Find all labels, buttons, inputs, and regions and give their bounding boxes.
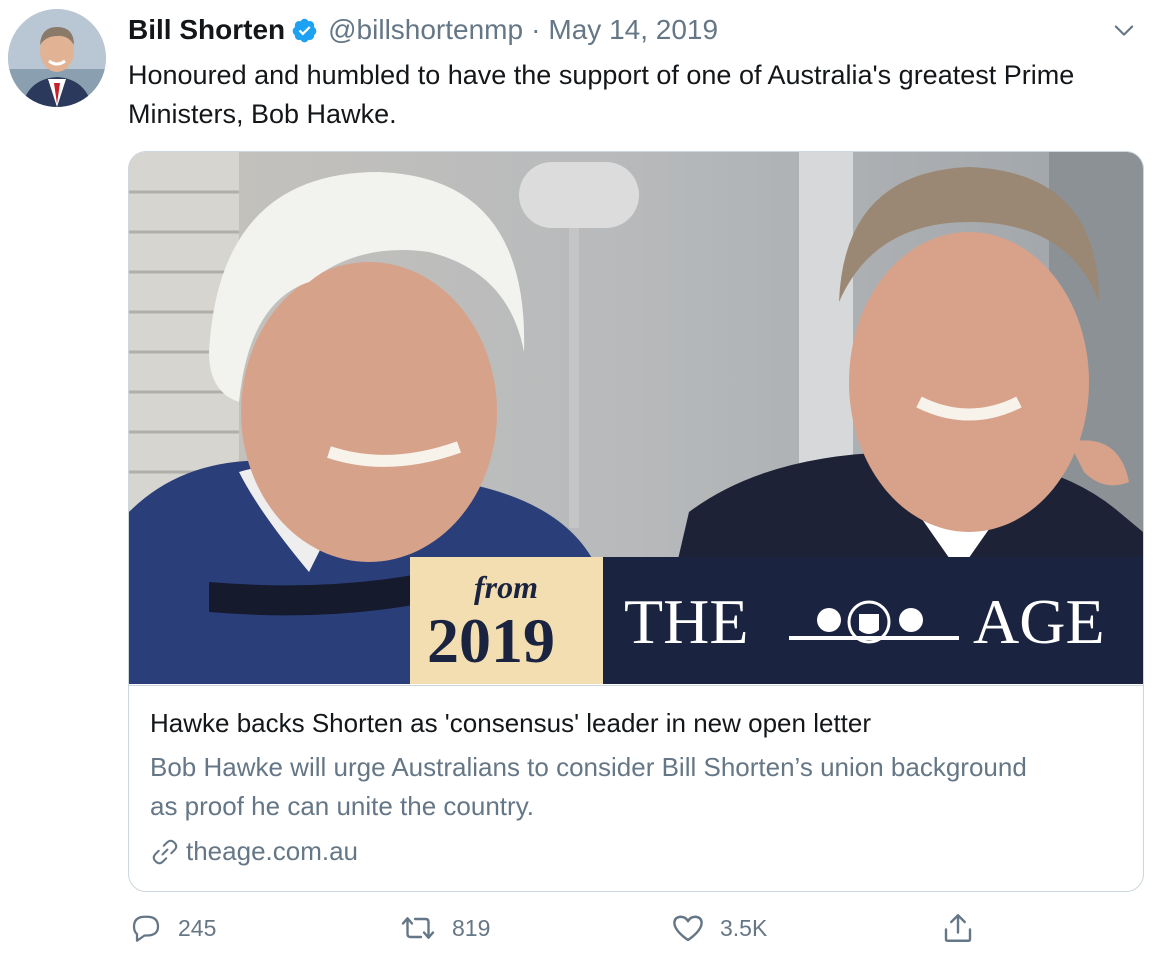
card-title: Hawke backs Shorten as 'consensus' leade… xyxy=(150,708,872,738)
retweet-button[interactable]: 819 xyxy=(398,910,490,946)
card-body: Hawke backs Shorten as 'consensus' leade… xyxy=(129,685,1143,891)
retweet-count: 819 xyxy=(452,914,491,941)
badge-year: 2019 xyxy=(427,605,555,676)
tweet-text: Honoured and humbled to have the support… xyxy=(128,60,1075,129)
like-button[interactable]: 3.5K xyxy=(670,910,767,946)
reply-button[interactable]: 245 xyxy=(128,910,216,946)
heart-icon xyxy=(673,915,703,942)
card-domain-row: theage.com.au xyxy=(150,836,358,867)
tweet-date[interactable]: May 14, 2019 xyxy=(548,14,718,46)
retweet-icon xyxy=(401,917,435,939)
chevron-down-icon[interactable] xyxy=(1110,16,1138,51)
header-separator: · xyxy=(531,14,541,45)
card-description: Bob Hawke will urge Australians to consi… xyxy=(150,752,1027,821)
masthead-age: AGE xyxy=(973,586,1105,657)
author-handle[interactable]: @billshortenmp xyxy=(328,14,523,46)
badge-from: from xyxy=(474,569,538,605)
share-icon xyxy=(944,914,972,942)
link-card[interactable]: from 2019 THE AGE Hawke backs Shorten as… xyxy=(128,151,1144,892)
author-name[interactable]: Bill Shorten xyxy=(128,14,285,46)
author-avatar[interactable] xyxy=(8,9,106,107)
like-count: 3.5K xyxy=(720,914,768,941)
share-button[interactable] xyxy=(940,910,976,946)
reply-icon xyxy=(132,915,160,942)
tweet-actions: 245 819 3.5K xyxy=(128,910,1138,954)
card-image: from 2019 THE AGE xyxy=(129,152,1143,684)
masthead-the: THE xyxy=(624,586,748,657)
card-domain: theage.com.au xyxy=(186,836,359,866)
avatar-photo xyxy=(8,9,106,107)
link-icon xyxy=(152,839,178,864)
reply-count: 245 xyxy=(178,914,217,941)
verified-badge-icon xyxy=(291,17,318,44)
tweet-header: Bill Shorten @billshortenmp · May 14, 20… xyxy=(128,12,1138,48)
